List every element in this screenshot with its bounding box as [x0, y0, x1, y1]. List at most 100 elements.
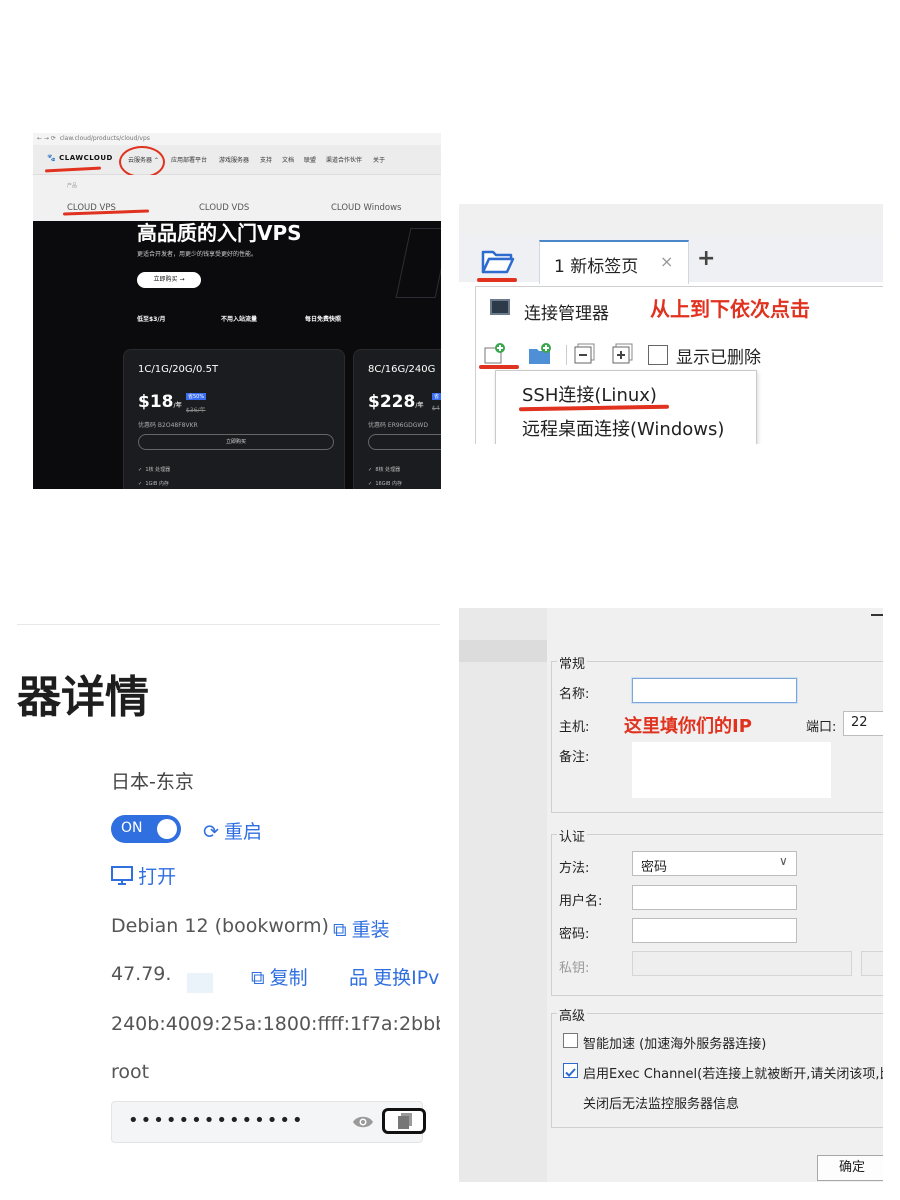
tab-cloud-vds[interactable]: CLOUD VDS [199, 203, 249, 213]
spec-memory: ✓ 16GiB 内存 [368, 481, 403, 487]
connection-manager-screenshot: 1 新标签页 × + 连接管理器 从上到下依次点击 显示已删除 SSH连接(Li… [459, 204, 883, 444]
plan-buy-button[interactable] [368, 434, 441, 450]
clawcloud-screenshot: ← → ⟳ claw.cloud/products/cloud/vps 🐾 CL… [33, 133, 441, 489]
new-folder-icon[interactable] [528, 343, 551, 365]
smart-accel-label: 智能加速 (加速海外服务器连接) [583, 1037, 767, 1052]
minimize-icon[interactable] [871, 614, 883, 616]
change-ip-button[interactable]: 品 更换IPv [349, 963, 439, 990]
auth-group-title: 认证 [557, 826, 588, 845]
coupon-code[interactable]: 优惠码 B2O48F8VKR [138, 420, 198, 429]
copy-icon: ⧉ [251, 967, 265, 989]
nav-affiliate[interactable]: 联盟 [304, 155, 316, 164]
private-key-label: 私钥: [559, 961, 590, 976]
instruction-annotation: 从上到下依次点击 [650, 297, 810, 321]
plan-spec: 1C/1G/20G/0.5T [138, 364, 219, 375]
nav-arrows-icon[interactable]: ← → ⟳ [37, 135, 60, 142]
exec-channel-checkbox[interactable] [563, 1063, 578, 1078]
plan-buy-button[interactable]: 立即购买 [138, 434, 334, 450]
ok-button[interactable]: 确定 [817, 1155, 883, 1181]
exec-channel-note: 关闭后无法监控服务器信息 [583, 1097, 740, 1112]
new-connection-icon[interactable] [484, 343, 506, 365]
nav-partners[interactable]: 渠道合作伙伴 [326, 155, 362, 164]
name-label: 名称: [559, 687, 590, 702]
annotation-circle [119, 146, 165, 178]
eye-icon[interactable] [352, 1114, 374, 1130]
feature-snapshot: 每日免费快照 [305, 316, 342, 323]
annotation-underline [479, 365, 519, 369]
checkmark-icon [565, 1068, 576, 1077]
hero-subtitle: 更适合开发者，用更少的钱享受更好的性能。 [137, 251, 258, 258]
tab-new[interactable]: 1 新标签页 × [539, 240, 689, 284]
feature-traffic: 不用入站流量 [221, 316, 258, 323]
menu-item-ssh[interactable]: SSH连接(Linux) [522, 381, 657, 407]
server-graphic [395, 228, 441, 298]
plus-icon[interactable]: + [697, 246, 715, 271]
tab-cloud-windows[interactable]: CLOUD Windows [331, 203, 401, 213]
username: root [111, 1061, 150, 1083]
copy-ip-button[interactable]: ⧉ 复制 [251, 963, 308, 990]
plan-price: $228/年 [368, 392, 424, 412]
folder-icon[interactable] [481, 248, 515, 274]
menu-item-rdp[interactable]: 远程桌面连接(Windows) [522, 415, 724, 441]
monitor-icon [111, 866, 133, 890]
username-input[interactable] [632, 885, 797, 910]
nav-app-platform[interactable]: 应用部署平台 [171, 155, 207, 164]
manager-title: 连接管理器 [524, 304, 609, 324]
advanced-group-title: 高级 [557, 1005, 588, 1024]
copy-icon [398, 1113, 412, 1129]
url-text: claw.cloud/products/cloud/vps [59, 135, 150, 142]
site-navbar: 🐾 CLAWCLOUD 云服务器 ⌃ 应用部署平台 游戏服务器 支持 文档 联盟… [33, 145, 441, 175]
note-textarea[interactable] [632, 742, 831, 798]
coupon-code[interactable]: 优惠码 ER96GDGWD [368, 420, 428, 429]
ipv6-address: 240b:4009:25a:1800:ffff:1f7a:2bbb:b9 [111, 1013, 440, 1035]
power-toggle[interactable]: ON [111, 815, 181, 843]
os-name: Debian 12 (bookworm) [111, 915, 329, 937]
nav-game-servers[interactable]: 游戏服务器 [219, 155, 249, 164]
paw-icon: 🐾 [47, 154, 57, 162]
name-input[interactable] [632, 678, 797, 703]
address-bar[interactable]: ← → ⟳ claw.cloud/products/cloud/vps [33, 133, 441, 145]
nav-support[interactable]: 支持 [260, 155, 272, 164]
smart-accel-checkbox[interactable] [563, 1033, 578, 1048]
discount-badge: 省 [432, 393, 441, 400]
browse-key-button [861, 951, 883, 976]
open-console-button[interactable]: 打开 [111, 865, 176, 892]
note-label: 备注: [559, 750, 590, 765]
plan-card: 8C/16G/240G $228/年 省 $4 优惠码 ER96GDGWD ✓ … [353, 349, 441, 489]
host-label: 主机: [559, 720, 590, 735]
clawcloud-logo[interactable]: 🐾 CLAWCLOUD [47, 154, 113, 162]
feature-price: 低至$3/月 [137, 316, 166, 323]
close-icon[interactable]: × [660, 252, 673, 271]
port-input[interactable]: 22 [843, 711, 883, 736]
plan-price: $18/年 [138, 392, 182, 412]
general-group-title: 常规 [557, 653, 588, 672]
spec-cpu: ✓ 8核 处理器 [368, 467, 401, 473]
password-mask: •••••••••••••• [128, 1110, 305, 1131]
auth-method-select[interactable]: 密码 ∨ [632, 851, 797, 876]
page-title: 器详情 [17, 672, 149, 723]
show-deleted-checkbox[interactable] [648, 345, 668, 365]
spec-memory: ✓ 1GiB 内存 [138, 481, 169, 487]
password-input[interactable] [632, 918, 797, 943]
monitor-icon [490, 299, 510, 315]
refresh-icon: ⟳ [203, 821, 219, 843]
discount-badge: 省50% [186, 393, 207, 400]
server-region: 日本-东京 [111, 771, 194, 793]
nav-docs[interactable]: 文档 [282, 155, 294, 164]
tab-label: 1 新标签页 [554, 257, 639, 277]
collapse-icon[interactable] [574, 343, 596, 365]
restart-button[interactable]: ⟳ 重启 [203, 817, 262, 844]
nav-about[interactable]: 关于 [373, 155, 385, 164]
buy-now-button[interactable]: 立即购买 → [137, 272, 201, 288]
spec-cpu: ✓ 1核 处理器 [138, 467, 171, 473]
password-label: 密码: [559, 927, 590, 942]
product-label: 产品 [67, 183, 78, 189]
redacted-area [187, 973, 213, 993]
ipv4-address: 47.79. [111, 963, 172, 985]
method-label: 方法: [559, 861, 590, 876]
dialog-sidebar [459, 608, 547, 1182]
reinstall-button[interactable]: ⧉ 重装 [333, 915, 390, 942]
copy-password-button[interactable] [382, 1108, 426, 1134]
password-field[interactable]: •••••••••••••• [111, 1101, 426, 1143]
expand-icon[interactable] [612, 343, 634, 365]
